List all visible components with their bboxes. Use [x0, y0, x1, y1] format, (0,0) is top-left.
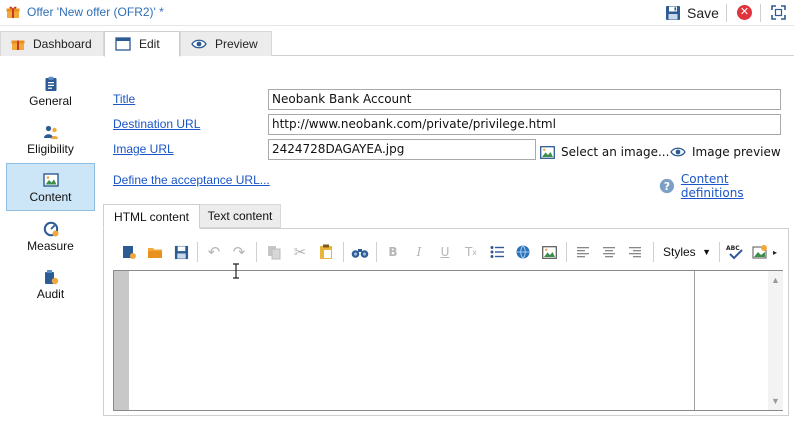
bold-icon[interactable]: B	[384, 243, 402, 261]
gift-icon	[6, 6, 20, 18]
toolbar-separator	[256, 242, 257, 262]
align-left-icon[interactable]	[574, 243, 592, 261]
new-document-icon[interactable]	[120, 243, 138, 261]
window-titlebar: Offer 'New offer (OFR2)' * Save ✕	[0, 0, 794, 26]
toolbar-separator	[376, 242, 377, 262]
toolbar-separator	[343, 242, 344, 262]
save-label: Save	[687, 5, 719, 21]
sidebar-item-label: Audit	[36, 287, 65, 301]
text-cursor-icon	[233, 263, 239, 279]
form-icon	[115, 37, 131, 51]
redo-icon[interactable]: ↷	[230, 243, 248, 261]
image-icon	[540, 145, 555, 159]
find-binoculars-icon[interactable]	[351, 243, 369, 261]
tab-preview[interactable]: Preview	[180, 31, 272, 56]
image-properties-icon[interactable]	[751, 243, 769, 261]
image-icon	[42, 173, 59, 187]
toolbar-separator	[719, 242, 720, 262]
titlebar-separator	[760, 4, 761, 22]
chevron-down-icon: ▼	[702, 247, 711, 257]
paste-icon[interactable]	[317, 243, 335, 261]
gift-icon	[11, 40, 25, 50]
sidebar-item-general[interactable]: General	[6, 68, 95, 116]
image-preview-label: Image preview	[692, 145, 781, 159]
tab-dashboard[interactable]: Dashboard	[0, 31, 104, 56]
tab-label: HTML content	[114, 209, 189, 224]
sidebar-item-measure[interactable]: Measure	[6, 213, 95, 261]
content-definitions-button[interactable]: ? Content definitions	[659, 172, 794, 200]
svg-text:?: ?	[664, 180, 670, 193]
copy-icon[interactable]	[265, 243, 283, 261]
html-edit-area[interactable]: ▲ ▼	[113, 270, 783, 411]
spellcheck-label: ABC	[726, 245, 740, 252]
toolbar-separator	[566, 242, 567, 262]
window-title: Offer 'New offer (OFR2)' *	[27, 5, 164, 19]
styles-label: Styles	[663, 245, 696, 259]
titlebar-separator	[726, 4, 727, 22]
destination-url-link[interactable]: Destination URL	[113, 117, 200, 131]
image-url-field[interactable]: 2424728DAGAYEA.jpg	[268, 139, 536, 160]
sidebar-item-audit[interactable]: Audit	[6, 261, 95, 309]
insert-image-icon[interactable]	[540, 243, 558, 261]
users-icon	[43, 125, 58, 139]
editor-gutter	[114, 271, 129, 410]
sidebar-item-content[interactable]: Content	[6, 163, 95, 211]
eye-icon	[191, 39, 207, 49]
eye-icon	[670, 147, 686, 157]
select-image-label: Select an image...	[561, 145, 670, 159]
title-label-link[interactable]: Title	[113, 92, 135, 106]
content-definitions-link: Content definitions	[680, 172, 744, 200]
spellcheck-icon[interactable]: ABC	[725, 243, 745, 261]
align-center-icon[interactable]	[600, 243, 618, 261]
sidebar: General Eligibility Content Measure Audi…	[0, 62, 104, 421]
tab-html-content[interactable]: HTML content	[103, 204, 200, 229]
editor-divider	[694, 271, 695, 410]
scroll-down-icon[interactable]: ▼	[768, 394, 783, 408]
sidebar-item-label: Eligibility	[27, 142, 74, 156]
tab-label: Dashboard	[33, 37, 92, 51]
help-icon: ?	[659, 178, 675, 194]
scroll-up-icon[interactable]: ▲	[768, 273, 783, 287]
define-acceptance-url-link[interactable]: Define the acceptance URL...	[113, 173, 270, 187]
clipboard-icon	[45, 76, 56, 91]
floppy-disk-icon	[666, 6, 680, 20]
cut-icon[interactable]: ✂	[291, 243, 309, 261]
gauge-icon	[43, 221, 58, 237]
tab-label: Text content	[207, 209, 273, 223]
toolbar-overflow-icon[interactable]: ▸	[770, 243, 780, 261]
align-right-icon[interactable]	[626, 243, 644, 261]
toolbar-separator	[197, 242, 198, 262]
tab-text-content[interactable]: Text content	[199, 204, 281, 228]
image-preview-button[interactable]: Image preview	[670, 145, 781, 159]
sidebar-item-label: Content	[29, 190, 72, 204]
close-icon[interactable]: ✕	[737, 5, 752, 20]
sidebar-item-label: Measure	[27, 239, 74, 253]
clear-format-icon[interactable]: Tx	[462, 243, 480, 261]
tab-label: Preview	[215, 37, 258, 51]
tab-label: Edit	[139, 37, 160, 51]
underline-icon[interactable]: U	[436, 243, 454, 261]
bullet-list-icon[interactable]	[488, 243, 506, 261]
toolbar-separator	[653, 242, 654, 262]
maximize-icon[interactable]	[771, 5, 786, 20]
italic-icon[interactable]: I	[410, 243, 428, 261]
tab-edit[interactable]: Edit	[104, 31, 180, 57]
tab-bar: Dashboard Edit Preview	[0, 31, 794, 57]
open-folder-icon[interactable]	[146, 243, 164, 261]
destination-url-field[interactable]: http://www.neobank.com/private/privilege…	[268, 114, 781, 135]
save-button[interactable]: Save	[665, 3, 719, 23]
select-image-button[interactable]: Select an image...	[540, 145, 669, 159]
title-field[interactable]: Neobank Bank Account	[268, 89, 781, 110]
sidebar-item-label: General	[29, 94, 72, 108]
image-url-link[interactable]: Image URL	[113, 142, 174, 156]
editor-toolbar: ↶ ↷ ✂ B I U Tx Styles ▼ ABC ▸	[113, 240, 783, 264]
floppy-disk-icon[interactable]	[172, 243, 190, 261]
vertical-scrollbar[interactable]: ▲ ▼	[768, 271, 783, 410]
sidebar-item-eligibility[interactable]: Eligibility	[6, 116, 95, 164]
styles-dropdown[interactable]: Styles ▼	[659, 241, 715, 263]
audit-icon	[44, 270, 58, 285]
undo-icon[interactable]: ↶	[205, 243, 223, 261]
insert-link-globe-icon[interactable]	[514, 243, 532, 261]
